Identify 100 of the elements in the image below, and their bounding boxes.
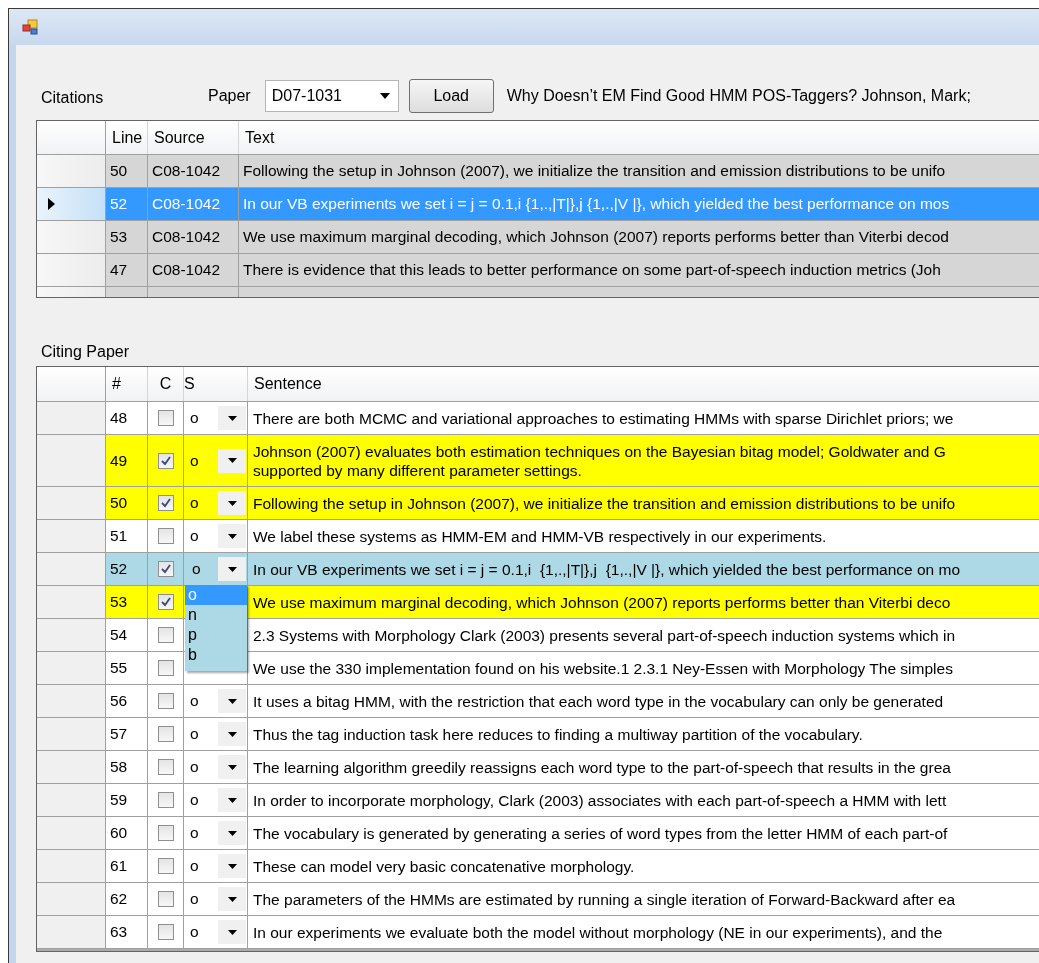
checkbox[interactable] xyxy=(157,528,174,544)
caret-icon xyxy=(227,566,237,572)
paper-label: Paper xyxy=(208,87,251,105)
caret-icon xyxy=(227,863,237,869)
combo-cell[interactable]: o xyxy=(184,751,247,783)
table-cell-text: There are both MCMC and variational approaches to estimating HMMs with sparse Dirichlet priors; we xyxy=(252,408,955,429)
table-cell-text: The vocabulary is generated by generating a series of word types from the letter HMM of each part-of xyxy=(252,823,949,844)
table-cell: 53 xyxy=(106,221,148,253)
table-row[interactable]: 50 C08-1042 Following the setup in Johnson (2007), we initialize the transition and emission distributions to be unifo xyxy=(37,155,1039,188)
paper-title: Why Doesn’t EM Find Good HMM POS-Taggers? Johnson, Mark; xyxy=(506,87,971,105)
table-cell-text: These can model very basic concatenative morphology. xyxy=(252,856,636,877)
column-header[interactable]: Source xyxy=(148,121,239,154)
checkbox[interactable] xyxy=(157,410,174,426)
combo-cell[interactable]: o xyxy=(184,817,247,849)
table-cell: 56 xyxy=(106,685,148,717)
column-header[interactable]: Sentence xyxy=(248,367,1039,401)
table-cell-text: Following the setup in Johnson (2007), we initialize the transition and emission distributions to be unifo xyxy=(242,161,947,181)
combo-cell[interactable]: o xyxy=(184,553,247,585)
current-row-icon xyxy=(48,198,55,210)
checkbox[interactable] xyxy=(157,792,174,808)
table-cell: 63 xyxy=(106,916,148,948)
table-cell-text: We use maximum marginal decoding, which Johnson (2007) reports performs better than Viterbi decod xyxy=(242,227,950,247)
table-cell: 59 xyxy=(106,784,148,816)
combo-cell[interactable]: o xyxy=(184,487,247,519)
caret-icon xyxy=(227,458,237,463)
caret-icon xyxy=(227,929,237,935)
checkbox[interactable] xyxy=(157,693,174,709)
table-cell: 47 xyxy=(106,254,148,286)
table-cell-text: In our VB experiments we set i = j = 0.1,i {1,.,|T|},j {1,.,|V |}, which yielded the best performance on mos xyxy=(242,194,951,214)
combo-cell[interactable]: o xyxy=(184,916,247,948)
table-row[interactable]: 57 o Thus the tag induction task here reduces to finding a multiway partition of the vocabulary. xyxy=(37,718,1039,751)
table-cell-text: Johnson (2007) evaluates both estimation techniques on the Bayesian bitag model; Goldwater and G supported by many different parameter settings. xyxy=(252,441,947,481)
checkbox[interactable] xyxy=(157,759,174,775)
table-cell: C08-1042 xyxy=(148,221,239,253)
caret-icon xyxy=(227,830,237,836)
table-cell-text: In our VB experiments we set i = j = 0.1,i {1,.,|T|},j {1,.,|V |}, which yielded the best performance on mo xyxy=(252,559,962,580)
table-cell-text: Thus the tag induction task here reduces to finding a multiway partition of the vocabulary. xyxy=(252,724,864,745)
table-cell-text: 2.3 Systems with Morphology Clark (2003) presents several part-of-speech induction systems which in xyxy=(252,625,957,646)
checkbox[interactable] xyxy=(157,452,174,469)
checkbox[interactable] xyxy=(157,495,174,511)
caret-icon xyxy=(227,731,237,737)
column-header[interactable]: # xyxy=(106,367,148,401)
table-cell: 51 xyxy=(106,520,148,552)
table-row[interactable]: 50 o Following the setup in Johnson (2007), we initialize the transition and emission distributions to be unifo xyxy=(37,487,1039,520)
table-row[interactable]: 51 o We label these systems as HMM-EM and HMM-VB respectively in our experiments. xyxy=(37,520,1039,553)
table-cell-text: In our experiments we evaluate both the model without morphology (NE in our experiments), and the xyxy=(252,922,944,943)
checkbox[interactable] xyxy=(157,858,174,874)
table-row[interactable]: 58 o The learning algorithm greedily reassigns each word type to the part-of-speech that results in the grea xyxy=(37,751,1039,784)
combo-cell[interactable]: o xyxy=(184,718,247,750)
checkbox[interactable] xyxy=(157,924,174,940)
table-cell-text: We label these systems as HMM-EM and HMM-VB respectively in our experiments. xyxy=(252,526,828,547)
checkbox[interactable] xyxy=(157,561,174,577)
caret-icon xyxy=(227,415,237,421)
table-cell-text: It uses a bitag HMM, with the restriction that each word type in the vocabulary can only be generated xyxy=(252,691,945,712)
checkbox[interactable] xyxy=(157,726,174,742)
combo-cell[interactable]: o xyxy=(184,685,247,717)
table-row[interactable]: 49 o Johnson (2007) evaluates both estimation techniques on the Bayesian bitag model; Goldwater and G supported by many different parameter settings. xyxy=(37,435,1039,487)
table-row[interactable]: 53 C08-1042 We use maximum marginal decoding, which Johnson (2007) reports performs better than Viterbi decod xyxy=(37,221,1039,254)
combo-cell[interactable]: o xyxy=(184,520,247,552)
load-button[interactable]: Load xyxy=(408,79,494,113)
dropdown-option[interactable]: p xyxy=(185,625,247,645)
column-header[interactable]: C xyxy=(148,367,184,401)
table-row[interactable]: 61 o These can model very basic concatenative morphology. xyxy=(37,850,1039,883)
table-cell-text: The parameters of the HMMs are estimated by running a single iteration of Forward-Backward after ea xyxy=(252,889,957,910)
combo-cell[interactable]: o xyxy=(184,784,247,816)
section-label: Citing Paper xyxy=(40,343,131,361)
table-cell: 52 xyxy=(106,553,148,585)
combo-cell[interactable]: o xyxy=(184,883,247,915)
table-cell: 60 xyxy=(106,817,148,849)
combo-cell[interactable]: o xyxy=(184,402,247,434)
table-cell: 49 xyxy=(106,435,148,486)
column-header[interactable]: S xyxy=(184,367,248,401)
checkbox[interactable] xyxy=(157,627,174,643)
table-cell: 55 xyxy=(106,652,148,684)
table-cell-text: The learning algorithm greedily reassigns each word type to the part-of-speech that results in the grea xyxy=(252,757,952,778)
app-icon xyxy=(22,19,38,35)
checkbox[interactable] xyxy=(157,825,174,841)
column-header[interactable]: Text xyxy=(239,121,1039,154)
combo-cell[interactable]: o xyxy=(184,850,247,882)
caret-icon xyxy=(227,896,237,902)
table-cell: C08-1042 xyxy=(148,254,239,286)
table-row[interactable]: 47 C08-1042 There is evidence that this leads to better performance on some part-of-speech induction metrics (Joh xyxy=(37,254,1039,287)
checkbox[interactable] xyxy=(157,660,174,676)
table-row[interactable]: 63 o In our experiments we evaluate both the model without morphology (NE in our experiments), and the xyxy=(37,916,1039,949)
table-row[interactable]: 48 o There are both MCMC and variational approaches to estimating HMMs with sparse Dirichlet priors; we xyxy=(37,402,1039,435)
table-row[interactable]: 60 o The vocabulary is generated by generating a series of word types from the letter HMM of each part-of xyxy=(37,817,1039,850)
table-cell: 52 xyxy=(106,188,148,220)
table-cell: 53 xyxy=(106,586,148,618)
checkbox[interactable] xyxy=(157,594,174,610)
table-row[interactable]: 62 o The parameters of the HMMs are estimated by running a single iteration of Forward-Backward after ea xyxy=(37,883,1039,916)
checkbox[interactable] xyxy=(157,891,174,907)
table-row[interactable]: 59 o In order to incorporate morphology, Clark (2003) associates with each part-of-speech a HMM with lett xyxy=(37,784,1039,817)
table-cell: 50 xyxy=(106,155,148,187)
combo-cell[interactable]: o xyxy=(184,435,247,486)
paper-dropdown[interactable]: D07-1031 xyxy=(264,80,399,112)
table-cell: 62 xyxy=(106,883,148,915)
caret-icon xyxy=(227,698,237,704)
table-cell: 57 xyxy=(106,718,148,750)
table-row[interactable]: 56 o It uses a bitag HMM, with the restriction that each word type in the vocabulary can only be generated xyxy=(37,685,1039,718)
column-header[interactable]: Line xyxy=(106,121,148,154)
